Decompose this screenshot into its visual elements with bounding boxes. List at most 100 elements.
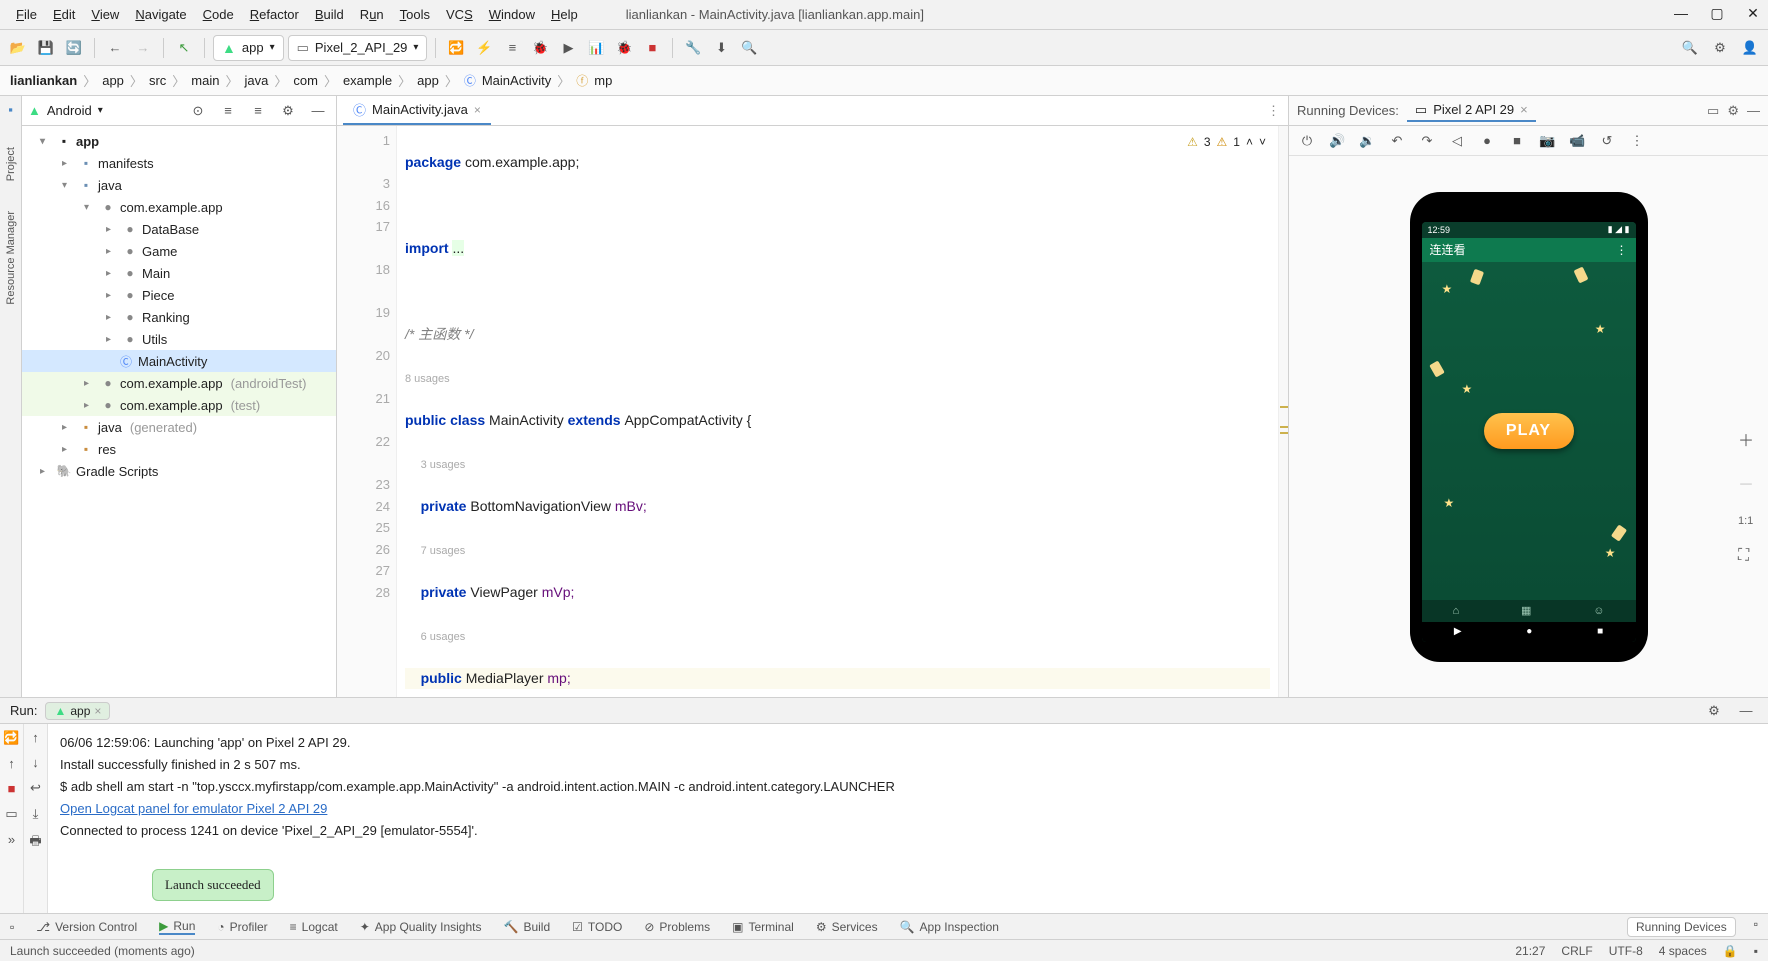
chevron-down-icon[interactable]: ▾ bbox=[98, 105, 103, 116]
left-strip-resource-mgr[interactable]: Resource Manager bbox=[5, 211, 17, 305]
file-encoding[interactable]: UTF-8 bbox=[1609, 944, 1643, 958]
sync-icon[interactable]: 🔄 bbox=[62, 36, 86, 60]
zoom-in-icon[interactable]: ＋ bbox=[1738, 427, 1754, 451]
snapshot-icon[interactable]: ↺ bbox=[1599, 133, 1615, 149]
tree-game[interactable]: ▸●Game bbox=[22, 240, 336, 262]
tool-services[interactable]: ⚙Services bbox=[816, 920, 878, 934]
project-view-label[interactable]: Android bbox=[47, 103, 92, 118]
rotate-right-icon[interactable]: ↷ bbox=[1419, 133, 1435, 149]
tree-app[interactable]: ▾▪app bbox=[22, 130, 336, 152]
tree-java-gen[interactable]: ▸▪java(generated) bbox=[22, 416, 336, 438]
editor-tab-mainactivity[interactable]: Ⓒ MainActivity.java × bbox=[343, 97, 491, 125]
menu-code[interactable]: Code bbox=[195, 4, 242, 25]
stop-icon[interactable]: ■ bbox=[640, 36, 664, 60]
run-config-selector[interactable]: ▲ app ▾ bbox=[213, 35, 284, 61]
crumb-com[interactable]: com bbox=[293, 73, 318, 88]
back-icon[interactable]: ← bbox=[103, 36, 127, 60]
tree-java[interactable]: ▾▪java bbox=[22, 174, 336, 196]
tool-profiler[interactable]: ◔Profiler bbox=[217, 920, 267, 934]
tool-app-quality[interactable]: ✦App Quality Insights bbox=[360, 920, 482, 934]
sys-overview-icon[interactable]: ■ bbox=[1597, 626, 1603, 637]
tree-gradle[interactable]: ▸🐘Gradle Scripts bbox=[22, 460, 336, 482]
device-selector[interactable]: ▭ Pixel_2_API_29 ▾ bbox=[288, 35, 428, 61]
crumb-app[interactable]: app bbox=[102, 73, 124, 88]
gear-icon[interactable]: ⚙ bbox=[1727, 103, 1739, 119]
toolwin-toggle-icon[interactable]: ▫ bbox=[10, 920, 14, 934]
menu-vcs[interactable]: VCS bbox=[438, 4, 481, 25]
apply-changes-icon[interactable]: ⚡ bbox=[472, 36, 496, 60]
layout-inspector-icon[interactable]: 🔍 bbox=[737, 36, 761, 60]
gear-icon[interactable]: ⚙ bbox=[1702, 699, 1726, 723]
nav-rank-icon[interactable]: ▦ bbox=[1521, 604, 1531, 617]
logcat-link[interactable]: Open Logcat panel for emulator Pixel 2 A… bbox=[60, 801, 327, 816]
left-strip-project[interactable]: Project bbox=[5, 147, 17, 181]
close-tab-icon[interactable]: × bbox=[474, 103, 481, 117]
crumb-src[interactable]: src bbox=[149, 73, 166, 88]
tree-pkg-test[interactable]: ▸●com.example.app(test) bbox=[22, 394, 336, 416]
window-icon[interactable]: ▭ bbox=[1707, 103, 1719, 119]
tree-mainactivity[interactable]: ⒸMainActivity bbox=[22, 350, 336, 372]
menu-run[interactable]: Run bbox=[352, 4, 392, 25]
nav-user-icon[interactable]: ☺ bbox=[1593, 605, 1604, 617]
more-icon[interactable]: » bbox=[8, 832, 15, 847]
layout-icon[interactable]: ▭ bbox=[5, 806, 17, 822]
tree-pkg-androidtest[interactable]: ▸●com.example.app(androidTest) bbox=[22, 372, 336, 394]
gear-icon[interactable]: ⚙ bbox=[276, 99, 300, 123]
tree-res[interactable]: ▸▪res bbox=[22, 438, 336, 460]
crumb-field[interactable]: mp bbox=[594, 73, 612, 88]
tree-ranking[interactable]: ▸●Ranking bbox=[22, 306, 336, 328]
code-area[interactable]: package com.example.app; import ... /* 主… bbox=[397, 126, 1278, 697]
tree-database[interactable]: ▸●DataBase bbox=[22, 218, 336, 240]
indent[interactable]: 4 spaces bbox=[1659, 944, 1707, 958]
inspection-flags[interactable]: ⚠3 ⚠1 ˄ ˅ bbox=[1187, 132, 1266, 154]
event-log-icon[interactable]: ▫ bbox=[1754, 917, 1758, 937]
apply-code-icon[interactable]: ≡ bbox=[500, 36, 524, 60]
crumb-apppkg[interactable]: app bbox=[417, 73, 439, 88]
save-icon[interactable]: 💾 bbox=[34, 36, 58, 60]
run-icon[interactable]: 🔁 bbox=[444, 36, 468, 60]
attach-debugger-icon[interactable]: 🐞 bbox=[612, 36, 636, 60]
locate-icon[interactable]: ⊙ bbox=[186, 99, 210, 123]
tool-todo[interactable]: ☑TODO bbox=[572, 920, 622, 934]
coverage-icon[interactable]: ▶ bbox=[556, 36, 580, 60]
crumb-project[interactable]: lianliankan bbox=[10, 73, 77, 88]
close-button[interactable]: ✕ bbox=[1744, 4, 1762, 22]
tool-logcat[interactable]: ≡Logcat bbox=[290, 920, 338, 934]
editor-tab-menu[interactable]: ⋮ bbox=[1267, 103, 1288, 119]
more-icon[interactable]: ⋮ bbox=[1629, 133, 1645, 149]
crumb-main[interactable]: main bbox=[191, 73, 219, 88]
system-nav[interactable]: ▶ ● ■ bbox=[1422, 622, 1636, 642]
tool-run[interactable]: ▶Run bbox=[159, 919, 195, 935]
tree-main[interactable]: ▸●Main bbox=[22, 262, 336, 284]
up-arrow-icon[interactable]: ↑ bbox=[32, 730, 39, 745]
tool-app-inspection[interactable]: 🔍App Inspection bbox=[900, 920, 999, 934]
sys-back-icon[interactable]: ▶ bbox=[1454, 626, 1462, 637]
settings-icon[interactable]: ⚙ bbox=[1708, 36, 1732, 60]
sys-home-icon[interactable]: ● bbox=[1526, 626, 1532, 637]
power-icon[interactable]: ⏻ bbox=[1299, 133, 1315, 149]
overview-icon[interactable]: ■ bbox=[1509, 133, 1525, 148]
open-icon[interactable]: 📂 bbox=[6, 36, 30, 60]
screenshot-icon[interactable]: 📷 bbox=[1539, 133, 1555, 149]
volume-down-icon[interactable]: 🔉 bbox=[1359, 133, 1375, 149]
rerun-icon[interactable]: 🔁 bbox=[3, 730, 19, 746]
prev-icon[interactable]: ↑ bbox=[8, 756, 15, 771]
chevron-down-icon[interactable]: ˅ bbox=[1259, 132, 1266, 154]
project-tool-icon[interactable]: ▪ bbox=[8, 102, 13, 117]
tree-manifests[interactable]: ▸▪manifests bbox=[22, 152, 336, 174]
collapse-icon[interactable]: ≡ bbox=[246, 99, 270, 123]
app-menu-icon[interactable]: ⋮ bbox=[1616, 243, 1628, 257]
scroll-end-icon[interactable]: ⤓ bbox=[33, 806, 39, 822]
run-console[interactable]: 06/06 12:59:06: Launching 'app' on Pixel… bbox=[48, 724, 1768, 913]
hide-icon[interactable]: — bbox=[1734, 699, 1758, 723]
tool-version-control[interactable]: ⎇Version Control bbox=[36, 920, 137, 934]
debug-icon[interactable]: 🐞 bbox=[528, 36, 552, 60]
tree-pkg[interactable]: ▾●com.example.app bbox=[22, 196, 336, 218]
line-separator[interactable]: CRLF bbox=[1561, 944, 1592, 958]
menu-tools[interactable]: Tools bbox=[392, 4, 438, 25]
hide-icon[interactable]: — bbox=[1747, 103, 1760, 119]
caret-position[interactable]: 21:27 bbox=[1515, 944, 1545, 958]
hide-icon[interactable]: — bbox=[306, 99, 330, 123]
record-icon[interactable]: 📹 bbox=[1569, 133, 1585, 149]
project-tree[interactable]: ▾▪app ▸▪manifests ▾▪java ▾●com.example.a… bbox=[22, 126, 336, 697]
